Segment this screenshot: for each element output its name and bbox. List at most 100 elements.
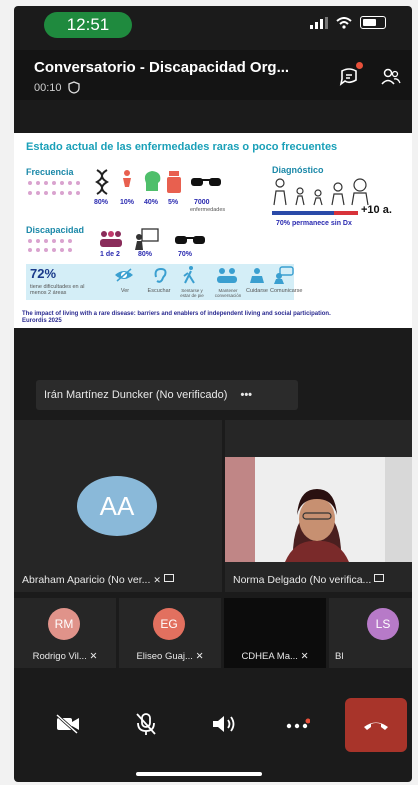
diagnosis-years: +10 a. <box>361 204 392 216</box>
slide-reference: The impact of living with a rare disease… <box>22 311 402 325</box>
sunglasses-icon-2 <box>175 236 205 244</box>
status-bar: 12:51 <box>14 6 412 44</box>
dna-icon <box>95 169 109 195</box>
speaker-button[interactable] <box>194 696 254 752</box>
group-people-icon <box>100 231 122 247</box>
freq-value-2: 10% <box>120 199 135 206</box>
avatar: EG <box>153 608 185 640</box>
slide-frequency-label: Frecuencia <box>26 167 74 177</box>
more-options-icon[interactable]: ••• <box>240 389 252 401</box>
diagnosis-bar-extra <box>334 211 358 215</box>
video-frame <box>225 457 412 562</box>
thumb-name: Eliseo Guaj... <box>136 651 193 662</box>
shield-icon[interactable] <box>67 81 80 94</box>
mic-muted-icon: ✕ <box>153 575 161 585</box>
mic-muted-icon: ✕ <box>195 651 204 662</box>
area-communicate: Comunicarse <box>270 288 303 294</box>
avatar: RM <box>48 608 80 640</box>
more-dots-icon <box>286 718 310 729</box>
participant-thumb[interactable]: LS Bl <box>329 598 412 668</box>
thumb-label: Rodrigo Vil... ✕ <box>14 651 116 662</box>
active-speaker-name: Irán Martínez Duncker (No verificado) <box>44 389 228 401</box>
disability-value-2: 80% <box>138 251 153 258</box>
status-icons <box>310 16 386 29</box>
more-button[interactable] <box>268 696 328 752</box>
home-indicator[interactable] <box>136 772 262 776</box>
area-hear: Escuchar <box>147 288 171 294</box>
ear-icon <box>154 267 167 283</box>
thumb-label: CDHEA Ma... ✕ <box>224 651 326 662</box>
phone-screen: 12:51 Conversatorio - Discapacidad Org..… <box>14 6 412 782</box>
participant-tile-video[interactable]: Norma Delgado (No verifica... <box>225 420 412 592</box>
meeting-header: Conversatorio - Discapacidad Org... 00:1… <box>14 50 412 100</box>
participant-thumb[interactable]: EG Eliseo Guaj... ✕ <box>119 598 221 668</box>
areas-band: 72% tiene dificultades en al menos 2 áre… <box>26 264 303 300</box>
communicate-icon <box>274 266 294 284</box>
avatar: LS <box>367 608 399 640</box>
leave-call-button[interactable] <box>345 698 407 752</box>
camera-toggle-button[interactable] <box>38 696 98 752</box>
sunglasses-icon <box>191 178 221 186</box>
area-see: Ver <box>120 288 130 294</box>
active-speaker-chip[interactable]: Irán Martínez Duncker (No verificado) ••… <box>36 380 298 410</box>
participant-name: Norma Delgado (No verifica... <box>233 574 372 586</box>
participants-icon[interactable] <box>380 66 402 88</box>
call-controls <box>14 696 412 764</box>
people-grid-icon <box>28 181 80 195</box>
slide-disability-label: Discapacidad <box>26 225 85 235</box>
area-stand: Sentarse y estar de pie <box>180 288 204 298</box>
self-care-icon <box>250 268 264 283</box>
participant-strip[interactable]: RM Rodrigo Vil... ✕ EG Eliseo Guaj... ✕ … <box>14 598 412 668</box>
freq-note: enfermedades <box>190 207 226 213</box>
area-conversation: Mantener conversación <box>214 288 242 298</box>
mic-muted-icon: ✕ <box>300 651 309 662</box>
meeting-timer-row: 00:10 <box>34 81 80 94</box>
thumb-name: Rodrigo Vil... <box>32 651 87 662</box>
conversation-icon <box>217 268 237 283</box>
slide-diagnosis-label: Diagnóstico <box>272 165 324 175</box>
medicine-icon <box>167 171 181 193</box>
meeting-title[interactable]: Conversatorio - Discapacidad Org... <box>34 59 324 76</box>
slide-reference-line1: The impact of living with a rare disease… <box>22 311 331 317</box>
mic-muted-icon: ✕ <box>89 651 98 662</box>
wifi-icon <box>336 16 352 29</box>
participant-tile[interactable]: AA Abraham Aparicio (No ver... ✕ <box>14 420 222 592</box>
thumb-name: Bl <box>335 651 344 662</box>
head-profile-icon <box>144 171 161 191</box>
thumb-label: Eliseo Guaj... ✕ <box>119 651 221 662</box>
walking-icon <box>183 266 195 284</box>
screen-share-icon <box>163 574 174 582</box>
diagnosis-note: 70% permanece sin Dx <box>276 220 352 227</box>
mic-off-icon <box>136 713 156 735</box>
chat-notification-dot <box>356 62 363 69</box>
participant-video <box>225 457 412 562</box>
screen-share-icon <box>374 574 385 582</box>
freq-value-4: 5% <box>168 199 179 206</box>
status-time: 12:51 <box>44 12 132 38</box>
chat-icon[interactable] <box>338 66 360 88</box>
meeting-timer: 00:10 <box>34 81 62 94</box>
slide-reference-line2: Eurordis 2025 <box>22 318 62 324</box>
speaker-icon <box>213 716 235 732</box>
participant-name-label: Norma Delgado (No verifica... <box>233 574 385 586</box>
disability-value-3: 70% <box>178 251 193 258</box>
mic-toggle-button[interactable] <box>116 696 176 752</box>
freq-value-1: 80% <box>94 199 109 206</box>
big-stat: 72% <box>30 266 57 281</box>
area-self-care: Cuidarse <box>245 288 268 294</box>
signal-icon <box>310 16 328 29</box>
freq-value-3: 40% <box>144 199 159 206</box>
avatar: AA <box>77 476 157 536</box>
camera-off-icon <box>55 714 79 734</box>
battery-icon <box>360 16 386 29</box>
thumb-name: CDHEA Ma... <box>241 651 298 662</box>
people-grid-small-icon <box>28 239 72 252</box>
shared-slide: Estado actual de las enfermedades raras … <box>14 133 412 328</box>
participant-thumb[interactable]: RM Rodrigo Vil... ✕ <box>14 598 116 668</box>
eye-icon <box>115 268 133 282</box>
participant-thumb[interactable]: CDHEA Ma... ✕ <box>224 598 326 668</box>
disability-value-1: 1 de 2 <box>100 251 120 258</box>
doctors-icon <box>273 178 369 206</box>
slide-title: Estado actual de las enfermedades raras … <box>26 141 338 153</box>
teacher-board-icon <box>135 228 159 250</box>
